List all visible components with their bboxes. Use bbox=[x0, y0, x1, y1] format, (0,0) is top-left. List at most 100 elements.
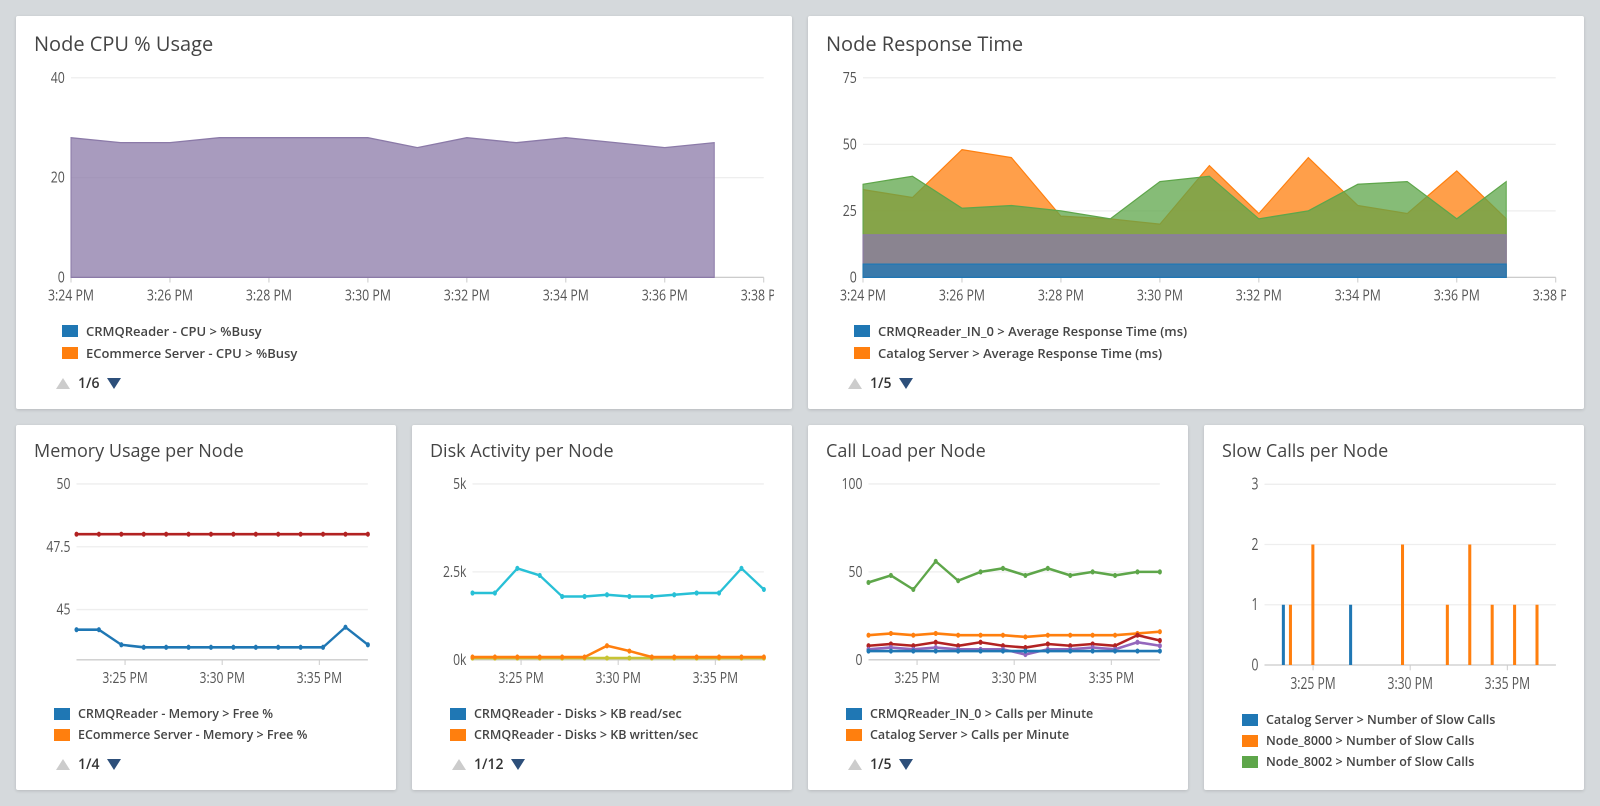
svg-text:50: 50 bbox=[57, 474, 71, 495]
pager-up-icon[interactable] bbox=[452, 759, 466, 770]
legend-swatch bbox=[854, 347, 870, 359]
svg-text:50: 50 bbox=[849, 562, 863, 583]
pager-text: 1/12 bbox=[474, 755, 503, 774]
pager-response: 1/5 bbox=[826, 374, 1566, 393]
legend-item: Catalog Server > Number of Slow Calls bbox=[1242, 711, 1566, 728]
legend-item: CRMQReader_IN_0 > Average Response Time … bbox=[854, 322, 1566, 340]
legend-response: CRMQReader_IN_0 > Average Response Time … bbox=[826, 322, 1566, 366]
svg-text:3:36 PM: 3:36 PM bbox=[642, 285, 688, 306]
legend-swatch bbox=[450, 729, 466, 741]
svg-text:3:38 PM: 3:38 PM bbox=[1533, 285, 1566, 306]
pager-up-icon[interactable] bbox=[848, 759, 862, 770]
chart-area-memory: 45 47.5 50 3:25 PM 3:30 PM 3:35 PM bbox=[34, 471, 378, 691]
svg-text:1: 1 bbox=[1251, 594, 1258, 615]
svg-text:3:26 PM: 3:26 PM bbox=[939, 285, 985, 306]
svg-text:3:30 PM: 3:30 PM bbox=[596, 668, 641, 689]
chart-area-disk: 0k2.5k5k3:25 PM3:30 PM3:35 PM bbox=[430, 471, 774, 691]
card-memory: Memory Usage per Node 4547.5503:25 PM3:3… bbox=[16, 425, 396, 790]
legend-item: ECommerce Server - CPU > %Busy bbox=[62, 344, 774, 362]
pager-text: 1/4 bbox=[78, 755, 99, 774]
svg-text:0k: 0k bbox=[453, 650, 467, 671]
svg-text:25: 25 bbox=[843, 201, 857, 222]
legend-item: CRMQReader - CPU > %Busy bbox=[62, 322, 774, 340]
legend-item: Catalog Server > Average Response Time (… bbox=[854, 344, 1566, 362]
legend-swatch bbox=[450, 708, 466, 720]
legend-label: ECommerce Server - Memory > Free % bbox=[78, 726, 307, 743]
pager-up-icon[interactable] bbox=[56, 378, 70, 389]
legend-label: CRMQReader_IN_0 > Calls per Minute bbox=[870, 705, 1093, 722]
legend-label: Catalog Server > Calls per Minute bbox=[870, 726, 1069, 743]
legend-label: CRMQReader - Disks > KB read/sec bbox=[474, 705, 682, 722]
svg-text:50: 50 bbox=[843, 134, 857, 155]
legend-label: ECommerce Server - CPU > %Busy bbox=[86, 344, 297, 362]
legend-callload: CRMQReader_IN_0 > Calls per Minute Catalo… bbox=[826, 705, 1170, 747]
pager-up-icon[interactable] bbox=[848, 378, 862, 389]
legend-cpu: CRMQReader - CPU > %Busy ECommerce Server… bbox=[34, 322, 774, 366]
legend-label: CRMQReader - Memory > Free % bbox=[78, 705, 273, 722]
pager-callload: 1/5 bbox=[826, 755, 1170, 774]
pager-down-icon[interactable] bbox=[899, 378, 913, 389]
svg-text:75: 75 bbox=[843, 67, 857, 88]
legend-swatch bbox=[62, 325, 78, 337]
legend-item: CRMQReader - Disks > KB written/sec bbox=[450, 726, 774, 743]
pager-down-icon[interactable] bbox=[107, 378, 121, 389]
dashboard-grid: Node CPU % Usage 0 20 40 3:24 PM 3:26 PM 3:28… bbox=[16, 16, 1584, 790]
svg-text:3:30 PM: 3:30 PM bbox=[345, 285, 391, 306]
svg-text:3:35 PM: 3:35 PM bbox=[297, 668, 342, 689]
legend-item: ECommerce Server - Memory > Free % bbox=[54, 726, 378, 743]
svg-text:0: 0 bbox=[1251, 655, 1258, 676]
legend-item: Node_8000 > Number of Slow Calls bbox=[1242, 732, 1566, 749]
pager-down-icon[interactable] bbox=[899, 759, 913, 770]
svg-text:3:30 PM: 3:30 PM bbox=[1388, 673, 1433, 694]
svg-text:3:25 PM: 3:25 PM bbox=[102, 668, 147, 689]
chart-area-cpu: 020403:24 PM3:26 PM3:28 PM3:30 PM3:32 PM… bbox=[34, 65, 774, 308]
pager-down-icon[interactable] bbox=[511, 759, 525, 770]
legend-swatch bbox=[54, 729, 70, 741]
svg-text:3:26 PM: 3:26 PM bbox=[147, 285, 193, 306]
svg-text:47.5: 47.5 bbox=[46, 536, 70, 557]
legend-disk: CRMQReader - Disks > KB read/sec CRMQRead… bbox=[430, 705, 774, 747]
svg-text:3:34 PM: 3:34 PM bbox=[1335, 285, 1381, 306]
card-slowcalls: Slow Calls per Node 0 1 2 3 3:25 PM 3:30 PM 3:… bbox=[1204, 425, 1584, 790]
svg-text:3:24 PM: 3:24 PM bbox=[48, 285, 94, 306]
pager-text: 1/6 bbox=[78, 374, 99, 393]
chart-area-response: 02550753:24 PM3:26 PM3:28 PM3:30 PM3:32 … bbox=[826, 65, 1566, 308]
legend-swatch bbox=[1242, 756, 1258, 768]
pager-up-icon[interactable] bbox=[56, 759, 70, 770]
card-title: Slow Calls per Node bbox=[1222, 439, 1566, 463]
pager-cpu: 1/6 bbox=[34, 374, 774, 393]
pager-memory: 1/4 bbox=[34, 755, 378, 774]
legend-item: CRMQReader_IN_0 > Calls per Minute bbox=[846, 705, 1170, 722]
chart-area-slowcalls: 0 1 2 3 3:25 PM 3:30 PM 3:35 PM bbox=[1222, 471, 1566, 697]
svg-text:2: 2 bbox=[1251, 534, 1258, 555]
legend-label: Catalog Server > Number of Slow Calls bbox=[1266, 711, 1495, 728]
svg-text:3: 3 bbox=[1251, 474, 1258, 495]
legend-swatch bbox=[62, 347, 78, 359]
pager-text: 1/5 bbox=[870, 755, 891, 774]
svg-text:2.5k: 2.5k bbox=[443, 562, 467, 583]
legend-swatch bbox=[1242, 735, 1258, 747]
chart-area-callload: 0501003:25 PM3:30 PM3:35 PM bbox=[826, 471, 1170, 691]
svg-text:3:25 PM: 3:25 PM bbox=[498, 668, 543, 689]
legend-label: CRMQReader_IN_0 > Average Response Time … bbox=[878, 322, 1187, 340]
svg-text:40: 40 bbox=[51, 67, 65, 88]
svg-text:3:30 PM: 3:30 PM bbox=[992, 668, 1037, 689]
svg-text:3:25 PM: 3:25 PM bbox=[1290, 673, 1335, 694]
legend-label: CRMQReader - CPU > %Busy bbox=[86, 322, 262, 340]
svg-text:3:25 PM: 3:25 PM bbox=[894, 668, 939, 689]
card-title: Call Load per Node bbox=[826, 439, 1170, 463]
svg-text:20: 20 bbox=[51, 167, 65, 188]
svg-text:3:35 PM: 3:35 PM bbox=[1485, 673, 1530, 694]
pager-down-icon[interactable] bbox=[107, 759, 121, 770]
svg-text:3:30 PM: 3:30 PM bbox=[1137, 285, 1183, 306]
card-callload: Call Load per Node 0501003:25 PM3:30 PM3… bbox=[808, 425, 1188, 790]
svg-text:3:24 PM: 3:24 PM bbox=[840, 285, 886, 306]
card-title: Node CPU % Usage bbox=[34, 30, 774, 57]
legend-item: CRMQReader - Memory > Free % bbox=[54, 705, 378, 722]
legend-item: Catalog Server > Calls per Minute bbox=[846, 726, 1170, 743]
svg-text:45: 45 bbox=[57, 599, 71, 620]
legend-memory: CRMQReader - Memory > Free % ECommerce Se… bbox=[34, 705, 378, 747]
legend-swatch bbox=[1242, 714, 1258, 726]
svg-text:3:30 PM: 3:30 PM bbox=[200, 668, 245, 689]
svg-text:3:28 PM: 3:28 PM bbox=[246, 285, 292, 306]
